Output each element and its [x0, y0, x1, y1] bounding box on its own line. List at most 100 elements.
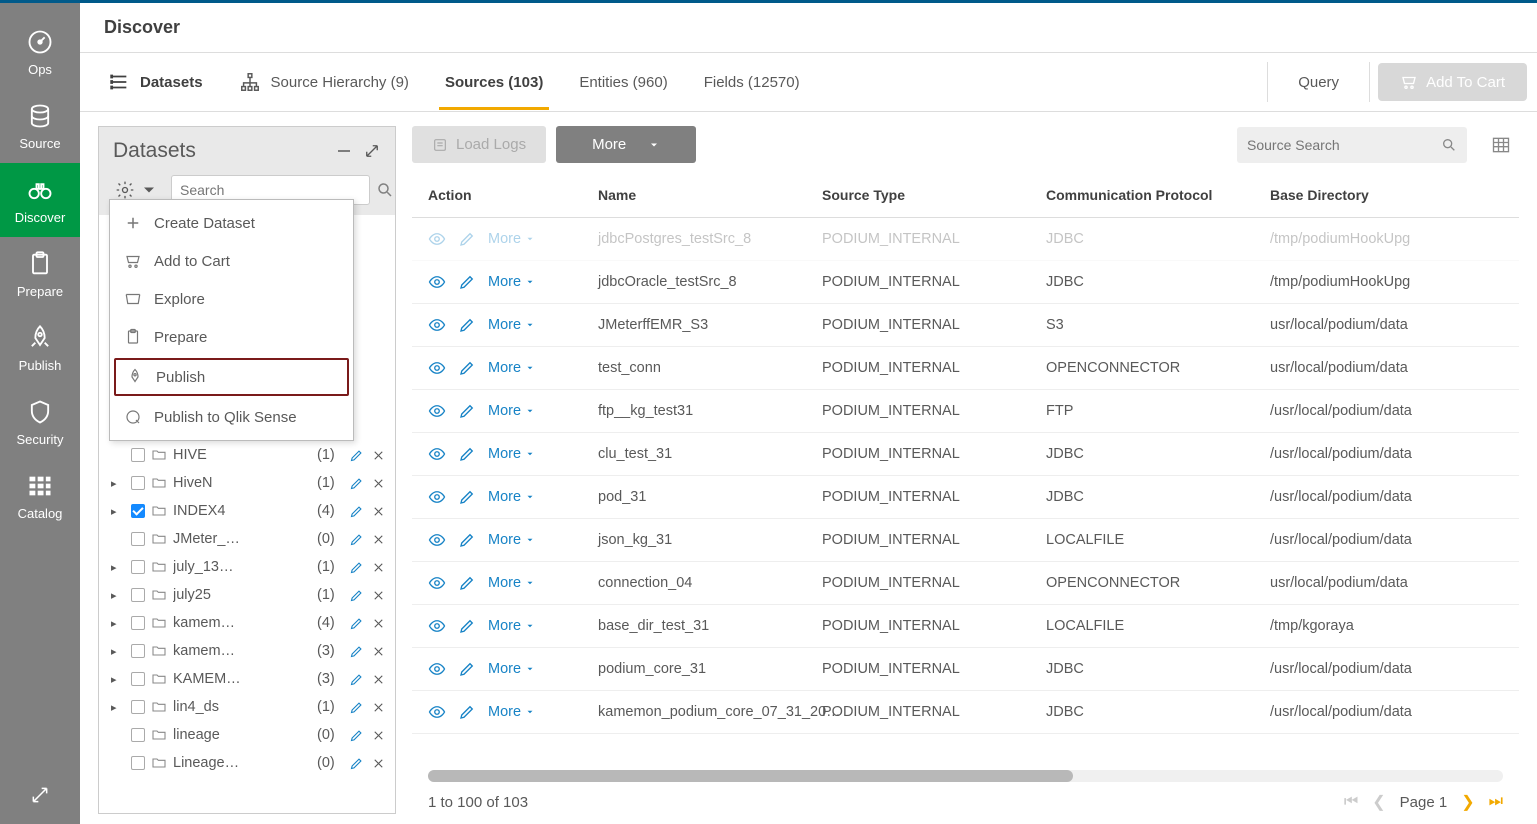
- leftnav-expand[interactable]: [14, 769, 66, 824]
- expand-toggle[interactable]: ▸: [111, 673, 125, 686]
- row-more-link[interactable]: More: [488, 704, 535, 720]
- close-icon[interactable]: [367, 616, 389, 631]
- col-header-type[interactable]: Source Type: [822, 187, 1046, 203]
- table-row[interactable]: More jdbcOracle_testSrc_8 PODIUM_INTERNA…: [412, 261, 1519, 304]
- table-row[interactable]: More JMeterffEMR_S3 PODIUM_INTERNAL S3 u…: [412, 304, 1519, 347]
- menu-prepare[interactable]: Prepare: [110, 318, 353, 356]
- tree-row[interactable]: ▸ july25 (1): [99, 581, 395, 609]
- col-header-name[interactable]: Name: [598, 187, 822, 203]
- edit-icon[interactable]: [458, 359, 476, 377]
- table-row[interactable]: More base_dir_test_31 PODIUM_INTERNAL LO…: [412, 605, 1519, 648]
- tree-row[interactable]: JMeter_… (0): [99, 525, 395, 553]
- row-more-link[interactable]: More: [488, 489, 535, 505]
- checkbox[interactable]: [131, 644, 145, 658]
- edit-icon[interactable]: [345, 504, 367, 519]
- tree-row[interactable]: ▸ HiveN (1): [99, 469, 395, 497]
- close-icon[interactable]: [367, 588, 389, 603]
- expand-toggle[interactable]: ▸: [111, 505, 125, 518]
- search-button[interactable]: [376, 175, 394, 205]
- pager-prev[interactable]: ❮: [1372, 792, 1385, 812]
- edit-icon[interactable]: [458, 273, 476, 291]
- close-icon[interactable]: [367, 644, 389, 659]
- col-header-dir[interactable]: Base Directory: [1270, 187, 1503, 203]
- tree-row[interactable]: Lineage… (0): [99, 749, 395, 777]
- edit-icon[interactable]: [345, 476, 367, 491]
- edit-icon[interactable]: [458, 617, 476, 635]
- eye-icon[interactable]: [428, 488, 446, 506]
- checkbox[interactable]: [131, 448, 145, 462]
- checkbox[interactable]: [131, 672, 145, 686]
- row-more-link[interactable]: More: [488, 575, 535, 591]
- edit-icon[interactable]: [458, 660, 476, 678]
- pager-first[interactable]: ⏮: [1344, 793, 1358, 811]
- leftnav-item-source[interactable]: Source: [0, 89, 80, 163]
- close-icon[interactable]: [367, 448, 389, 463]
- tree-row[interactable]: ▸ INDEX4 (4): [99, 497, 395, 525]
- table-row[interactable]: More test_conn PODIUM_INTERNAL OPENCONNE…: [412, 347, 1519, 390]
- edit-icon[interactable]: [345, 532, 367, 547]
- leftnav-item-publish[interactable]: Publish: [0, 311, 80, 385]
- checkbox[interactable]: [131, 756, 145, 770]
- edit-icon[interactable]: [458, 703, 476, 721]
- edit-icon[interactable]: [458, 445, 476, 463]
- expand-toggle[interactable]: ▸: [111, 477, 125, 490]
- expand-toggle[interactable]: ▸: [111, 589, 125, 602]
- add-to-cart-button[interactable]: Add To Cart: [1378, 63, 1527, 101]
- eye-icon[interactable]: [428, 402, 446, 420]
- edit-icon[interactable]: [458, 531, 476, 549]
- expand-toggle[interactable]: ▸: [111, 645, 125, 658]
- scroll-thumb[interactable]: [428, 770, 1073, 782]
- pager-next[interactable]: ❯: [1461, 792, 1474, 812]
- load-logs-button[interactable]: Load Logs: [412, 126, 546, 163]
- table-row[interactable]: More json_kg_31 PODIUM_INTERNAL LOCALFIL…: [412, 519, 1519, 562]
- row-more-link[interactable]: More: [488, 360, 535, 376]
- row-more-link[interactable]: More: [488, 317, 535, 333]
- row-more-link[interactable]: More: [488, 532, 535, 548]
- close-icon[interactable]: [367, 476, 389, 491]
- col-header-action[interactable]: Action: [428, 187, 598, 203]
- menu-add-to-cart[interactable]: Add to Cart: [110, 242, 353, 280]
- table-row[interactable]: More pod_31 PODIUM_INTERNAL JDBC /usr/lo…: [412, 476, 1519, 519]
- row-more-link[interactable]: More: [488, 661, 535, 677]
- menu-publish-qlik[interactable]: Publish to Qlik Sense: [110, 398, 353, 436]
- expand-toggle[interactable]: ▸: [111, 701, 125, 714]
- edit-icon[interactable]: [345, 728, 367, 743]
- row-more-link[interactable]: More: [488, 403, 535, 419]
- edit-icon[interactable]: [458, 230, 476, 248]
- edit-icon[interactable]: [345, 616, 367, 631]
- checkbox[interactable]: [131, 560, 145, 574]
- close-icon[interactable]: [367, 700, 389, 715]
- table-row[interactable]: More podium_core_31 PODIUM_INTERNAL JDBC…: [412, 648, 1519, 691]
- close-icon[interactable]: [367, 560, 389, 575]
- tree-row[interactable]: lineage (0): [99, 721, 395, 749]
- table-row[interactable]: More kamemon_podium_core_07_31_20… PODIU…: [412, 691, 1519, 734]
- edit-icon[interactable]: [345, 672, 367, 687]
- edit-icon[interactable]: [458, 402, 476, 420]
- more-button[interactable]: More: [556, 126, 696, 163]
- table-row[interactable]: More connection_04 PODIUM_INTERNAL OPENC…: [412, 562, 1519, 605]
- close-icon[interactable]: [367, 756, 389, 771]
- tree-row[interactable]: HIVE (1): [99, 441, 395, 469]
- edit-icon[interactable]: [345, 588, 367, 603]
- checkbox[interactable]: [131, 476, 145, 490]
- eye-icon[interactable]: [428, 316, 446, 334]
- menu-create-dataset[interactable]: Create Dataset: [110, 204, 353, 242]
- row-more-link[interactable]: More: [488, 618, 535, 634]
- tree-row[interactable]: ▸ lin4_ds (1): [99, 693, 395, 721]
- menu-publish[interactable]: Publish: [114, 358, 349, 396]
- tree-row[interactable]: ▸ july_13… (1): [99, 553, 395, 581]
- tree-row[interactable]: ▸ kamem… (3): [99, 637, 395, 665]
- eye-icon[interactable]: [428, 230, 446, 248]
- edit-icon[interactable]: [458, 488, 476, 506]
- eye-icon[interactable]: [428, 273, 446, 291]
- row-more-link[interactable]: More: [488, 446, 535, 462]
- checkbox[interactable]: [131, 532, 145, 546]
- edit-icon[interactable]: [345, 560, 367, 575]
- tab-fields[interactable]: Fields (12570): [686, 56, 818, 109]
- eye-icon[interactable]: [428, 703, 446, 721]
- close-icon[interactable]: [367, 728, 389, 743]
- col-header-proto[interactable]: Communication Protocol: [1046, 187, 1270, 203]
- minimize-icon[interactable]: [335, 142, 353, 160]
- tab-datasets[interactable]: Datasets: [90, 53, 221, 111]
- source-search-input[interactable]: [1247, 137, 1441, 153]
